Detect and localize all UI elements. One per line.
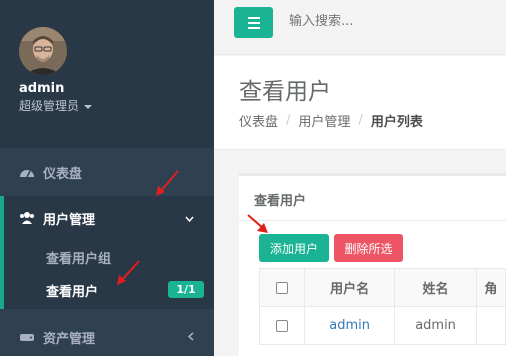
breadcrumb-link-dashboard[interactable]: 仪表盘 (239, 111, 278, 130)
caret-down-icon (84, 104, 93, 109)
chevron-left-icon (187, 331, 194, 344)
username-link[interactable]: admin (329, 318, 370, 333)
sidebar-item-label: 资产管理 (43, 331, 96, 347)
row-checkbox[interactable] (276, 319, 289, 332)
breadcrumb-separator: / (358, 113, 363, 128)
delete-selected-button[interactable]: 删除所选 (334, 234, 403, 262)
breadcrumb-separator: / (286, 113, 291, 128)
page-title: 查看用户 (239, 79, 331, 105)
divider (239, 220, 506, 221)
table-header-row: 用户名 姓名 角 (258, 268, 506, 307)
profile-panel: admin 超级管理员 (0, 0, 214, 148)
profile-role-dropdown[interactable]: 超级管理员 (19, 97, 93, 114)
sidebar-item-label: 仪表盘 (43, 166, 83, 182)
column-header-role: 角 (475, 268, 506, 307)
hamburger-icon-bar (247, 16, 260, 19)
sidebar-item-assets[interactable]: 资产管理 (0, 315, 214, 356)
annotation-arrow-icon (117, 260, 140, 285)
hdd-icon (19, 330, 35, 344)
dashboard-icon (19, 165, 35, 179)
name-cell: admin (394, 306, 477, 345)
hamburger-icon-bar (247, 26, 260, 29)
username-cell: admin (304, 306, 396, 345)
breadcrumb: 仪表盘 / 用户管理 / 用户列表 (239, 111, 423, 130)
column-header-name: 姓名 (394, 268, 477, 307)
sidebar-subitem-users[interactable]: 查看用户 (46, 281, 98, 300)
profile-name: admin (19, 81, 65, 96)
users-icon (19, 211, 35, 225)
column-header-username: 用户名 (304, 268, 396, 307)
select-all-cell (258, 268, 306, 307)
avatar[interactable] (19, 27, 67, 75)
sidebar-subitem-user-groups[interactable]: 查看用户组 (46, 248, 111, 267)
profile-role-label: 超级管理员 (19, 99, 80, 113)
box-title: 查看用户 (254, 194, 307, 209)
hamburger-icon-bar (247, 21, 260, 24)
add-user-button[interactable]: 添加用户 (259, 234, 329, 262)
row-select-cell (258, 306, 306, 345)
breadcrumb-current: 用户列表 (370, 115, 423, 130)
select-all-checkbox[interactable] (276, 281, 289, 294)
search-input[interactable] (289, 14, 489, 29)
count-badge: 1/1 (168, 281, 204, 298)
annotation-arrow-icon (247, 214, 268, 233)
users-table: 用户名 姓名 角 admin admin (258, 268, 506, 345)
sidebar-item-label: 用户管理 (43, 212, 96, 228)
sidebar-item-users[interactable]: 用户管理 (0, 196, 214, 240)
breadcrumb-link-user-management[interactable]: 用户管理 (298, 111, 350, 130)
role-cell (475, 306, 506, 345)
page-heading: 查看用户 仪表盘 / 用户管理 / 用户列表 (214, 56, 506, 150)
menu-toggle-button[interactable] (234, 7, 273, 38)
top-navbar (214, 0, 506, 55)
chevron-down-icon (185, 212, 194, 225)
table-row: admin admin (258, 306, 506, 345)
annotation-arrow-icon (156, 170, 179, 196)
